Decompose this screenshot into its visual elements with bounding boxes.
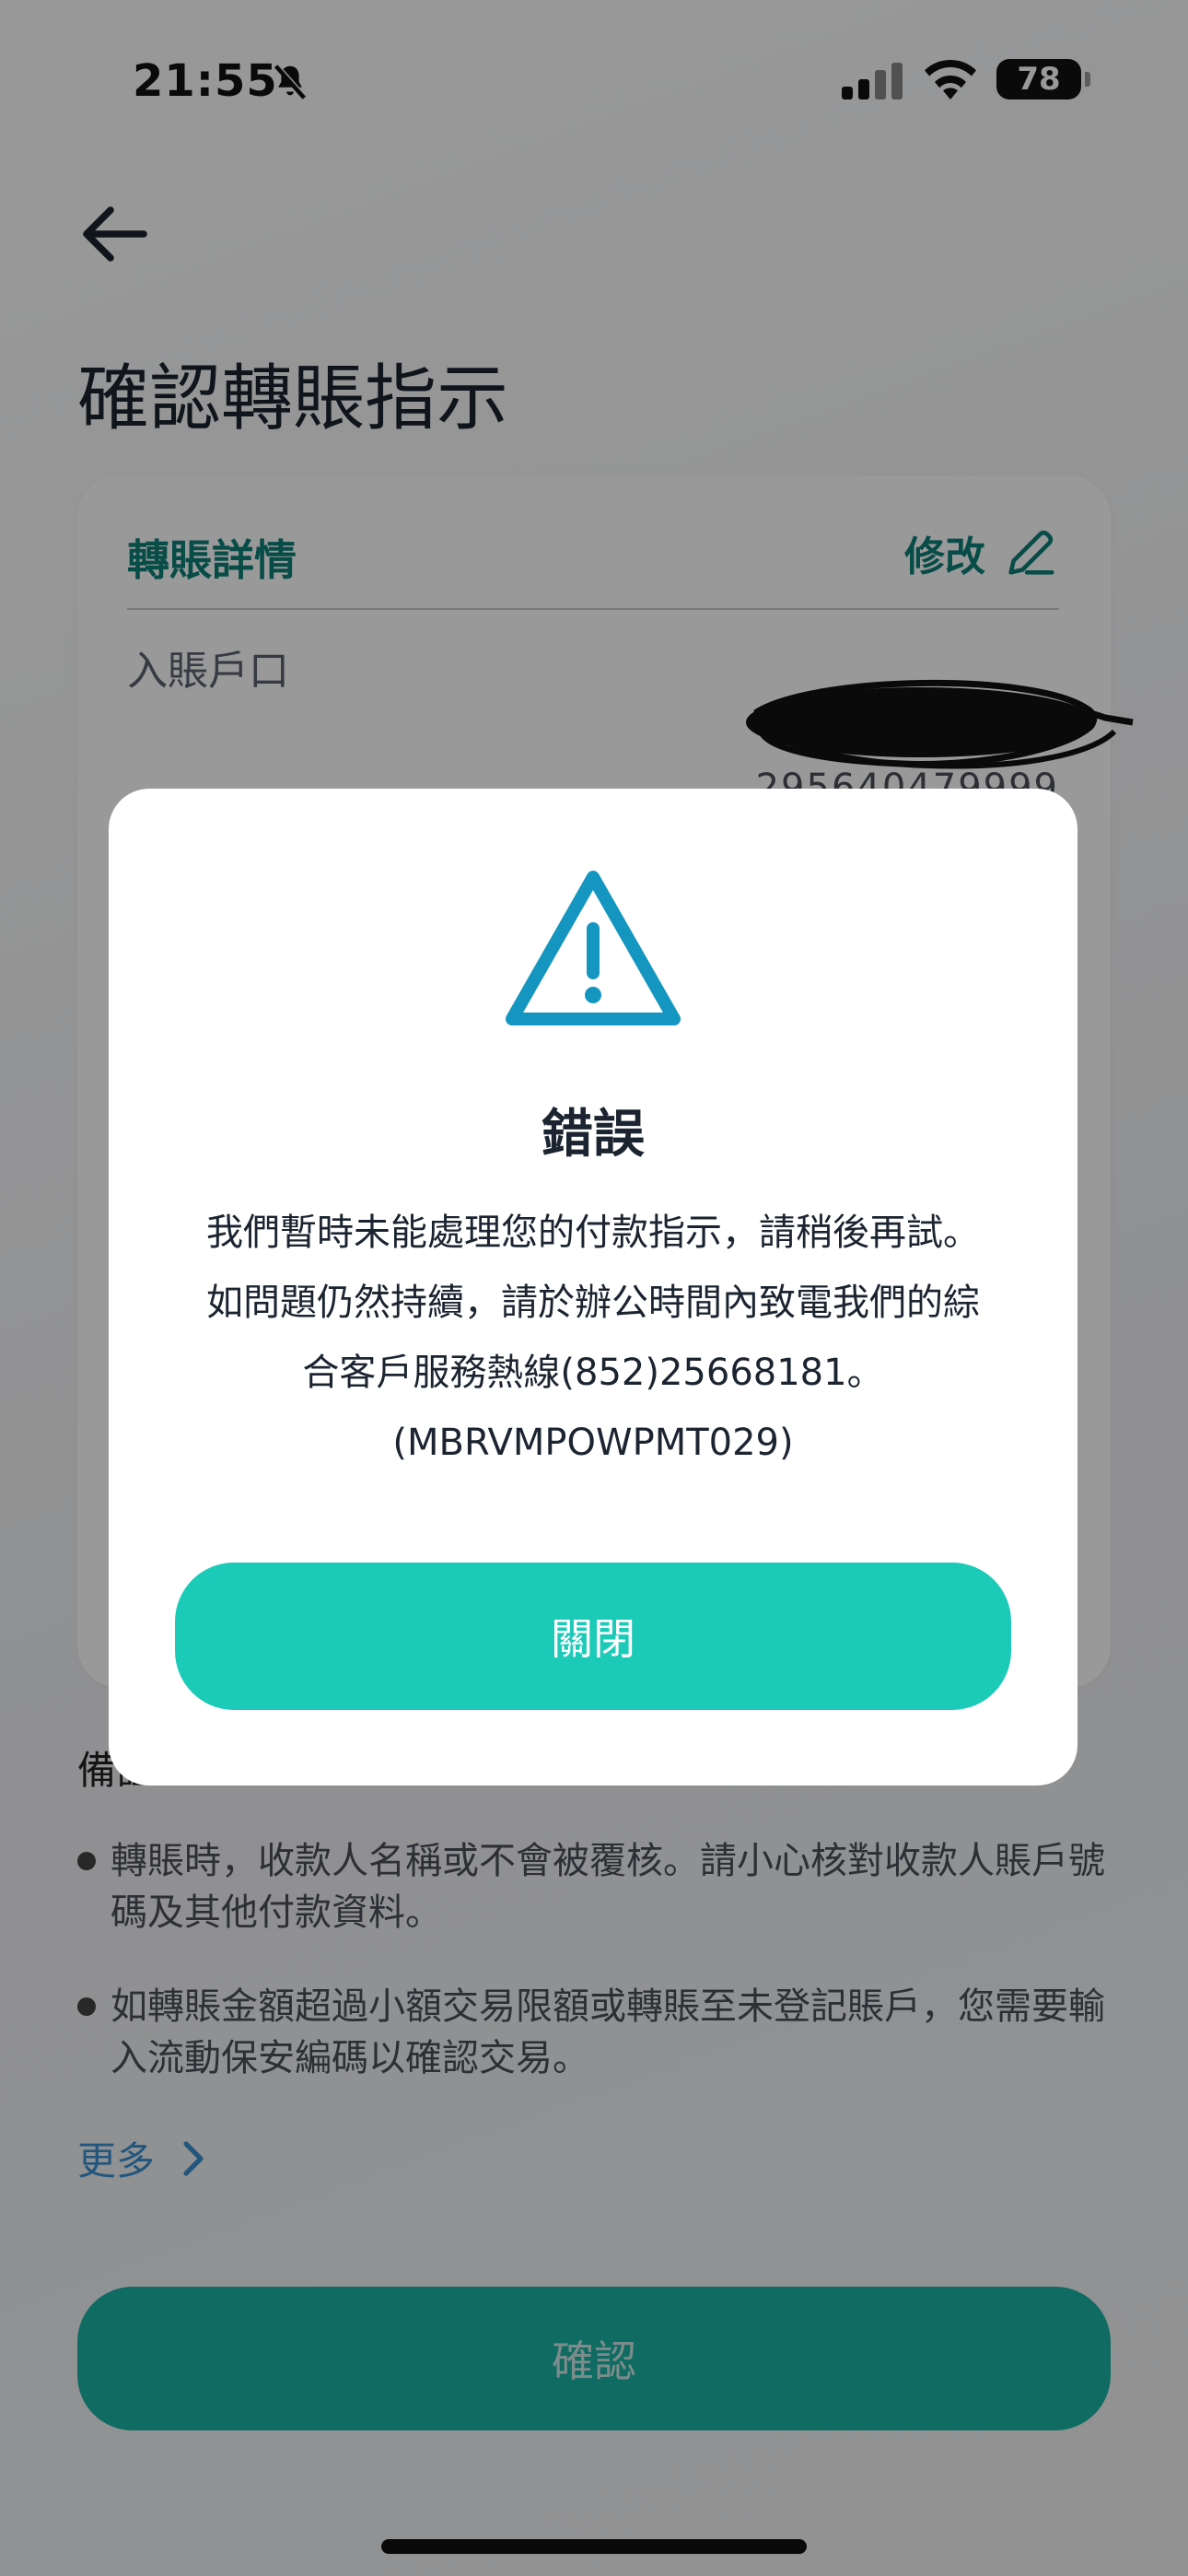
close-button[interactable]: 關閉 bbox=[175, 1563, 1011, 1710]
dialog-title: 錯誤 bbox=[542, 1105, 645, 1165]
dialog-message-line: 合客戶服務熱線(852)25668181。 bbox=[302, 1352, 884, 1394]
dialog-message: 我們暫時未能處理您的付款指示，請稍後再試。 如問題仍然持續，請於辦公時間內致電我… bbox=[146, 1198, 1041, 1478]
warning-triangle-icon bbox=[506, 871, 681, 1025]
error-dialog: 錯誤 我們暫時未能處理您的付款指示，請稍後再試。 如問題仍然持續，請於辦公時間內… bbox=[109, 789, 1077, 1786]
dialog-message-line: (MBRVMPOWPMT029) bbox=[392, 1422, 794, 1464]
dialog-message-line: 如問題仍然持續，請於辦公時間內致電我們的綜 bbox=[206, 1282, 980, 1324]
dialog-message-line: 我們暫時未能處理您的付款指示，請稍後再試。 bbox=[206, 1212, 980, 1254]
